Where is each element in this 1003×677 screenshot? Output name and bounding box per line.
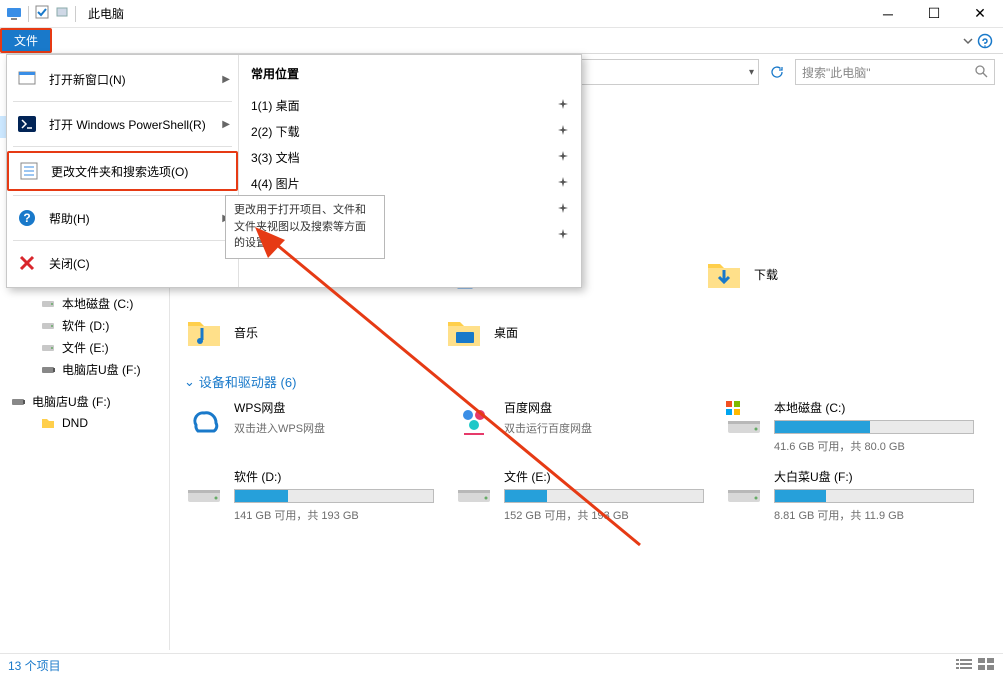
chevron-down-icon[interactable]: ▾	[749, 67, 754, 78]
title-bar: 此电脑 ─ ☐ ✕	[0, 0, 1003, 28]
drive-item[interactable]: 文件 (E:)152 GB 可用，共 193 GB	[454, 468, 704, 523]
tiles-view-icon[interactable]	[977, 657, 995, 674]
sidebar-item[interactable]: 文件 (E:)	[0, 336, 169, 358]
sidebar-item[interactable]: 本地磁盘 (C:)	[0, 292, 169, 314]
folder-icon	[444, 312, 484, 352]
menu-item-folder-options[interactable]: 更改文件夹和搜索选项(O)	[7, 151, 238, 191]
recent-item[interactable]: 1(1) 桌面	[251, 92, 569, 118]
qat-folder-icon[interactable]	[55, 5, 69, 22]
powershell-icon	[15, 112, 39, 136]
system-icon[interactable]	[6, 6, 22, 22]
capacity-bar	[234, 489, 434, 503]
drive-item[interactable]: 大白菜U盘 (F:)8.81 GB 可用，共 11.9 GB	[724, 468, 974, 523]
search-input[interactable]: 搜索"此电脑"	[795, 59, 995, 85]
pin-icon[interactable]	[557, 228, 569, 243]
window-title: 此电脑	[88, 5, 124, 22]
close-button[interactable]: ✕	[957, 0, 1003, 28]
drive-item[interactable]: 软件 (D:)141 GB 可用，共 193 GB	[184, 468, 434, 523]
sidebar-item[interactable]: 电脑店U盘 (F:)	[0, 390, 169, 412]
ribbon-collapse-icon[interactable]	[952, 28, 1003, 53]
capacity-bar	[774, 420, 974, 434]
ribbon-tabs: 文件	[0, 28, 1003, 54]
sidebar-item[interactable]: DND	[0, 412, 169, 434]
svg-text:?: ?	[23, 211, 30, 225]
drive-item[interactable]: 百度网盘双击运行百度网盘	[454, 399, 704, 454]
file-tab[interactable]: 文件	[0, 28, 52, 53]
usb-icon	[40, 361, 56, 377]
refresh-button[interactable]	[765, 59, 789, 85]
search-icon[interactable]	[974, 64, 988, 81]
status-bar: 13 个项目	[0, 653, 1003, 677]
drive-icon	[454, 399, 494, 439]
menu-item-close[interactable]: 关闭(C)	[7, 245, 238, 281]
minimize-button[interactable]: ─	[865, 0, 911, 28]
drive-icon	[454, 468, 494, 508]
recent-item[interactable]: 2(2) 下载	[251, 118, 569, 144]
pin-icon[interactable]	[557, 98, 569, 113]
folder-icon	[40, 415, 56, 431]
recent-item[interactable]: 3(3) 文档	[251, 144, 569, 170]
drive-icon	[184, 468, 224, 508]
folder-item[interactable]: 下载	[704, 250, 944, 298]
capacity-bar	[774, 489, 974, 503]
item-count: 13 个项目	[8, 657, 61, 674]
maximize-button[interactable]: ☐	[911, 0, 957, 28]
sidebar-item[interactable]: 软件 (D:)	[0, 314, 169, 336]
submenu-arrow-icon: ▶	[222, 74, 230, 85]
tooltip: 更改用于打开项目、文件和文件夹视图以及搜索等方面的设置。	[225, 195, 385, 259]
folder-icon	[704, 254, 744, 294]
menu-item-new-window[interactable]: 打开新窗口(N) ▶	[7, 61, 238, 97]
menu-item-powershell[interactable]: 打开 Windows PowerShell(R) ▶	[7, 106, 238, 142]
close-icon	[15, 251, 39, 275]
pin-icon[interactable]	[557, 202, 569, 217]
drive-icon	[724, 399, 764, 439]
pin-icon[interactable]	[557, 176, 569, 191]
options-icon	[17, 159, 41, 183]
drive-icon	[184, 399, 224, 439]
capacity-bar	[504, 489, 704, 503]
help-icon: ?	[15, 206, 39, 230]
drive-icon	[40, 317, 56, 333]
folder-item[interactable]: 桌面	[444, 308, 684, 356]
chevron-down-icon: ⌄	[184, 374, 195, 390]
qat-checkbox-icon[interactable]	[35, 5, 49, 22]
drive-item[interactable]: WPS网盘双击进入WPS网盘	[184, 399, 434, 454]
usb-icon	[10, 393, 26, 409]
folder-item[interactable]: 音乐	[184, 308, 424, 356]
pin-icon[interactable]	[557, 124, 569, 139]
drive-item[interactable]: 本地磁盘 (C:)41.6 GB 可用，共 80.0 GB	[724, 399, 974, 454]
recent-item[interactable]: 4(4) 图片	[251, 170, 569, 196]
pin-icon[interactable]	[557, 150, 569, 165]
details-view-icon[interactable]	[955, 657, 973, 674]
menu-item-help[interactable]: ? 帮助(H) ▶	[7, 200, 238, 236]
drives-section-header[interactable]: ⌄ 设备和驱动器 (6)	[184, 372, 989, 391]
window-icon	[15, 67, 39, 91]
drive-icon	[40, 339, 56, 355]
address-bar[interactable]: ▾	[579, 59, 759, 85]
drive-icon	[40, 295, 56, 311]
recent-header: 常用位置	[251, 65, 569, 82]
search-placeholder: 搜索"此电脑"	[802, 64, 871, 81]
sidebar-item[interactable]: 电脑店U盘 (F:)	[0, 358, 169, 380]
drive-icon	[724, 468, 764, 508]
submenu-arrow-icon: ▶	[222, 119, 230, 130]
folder-icon	[184, 312, 224, 352]
